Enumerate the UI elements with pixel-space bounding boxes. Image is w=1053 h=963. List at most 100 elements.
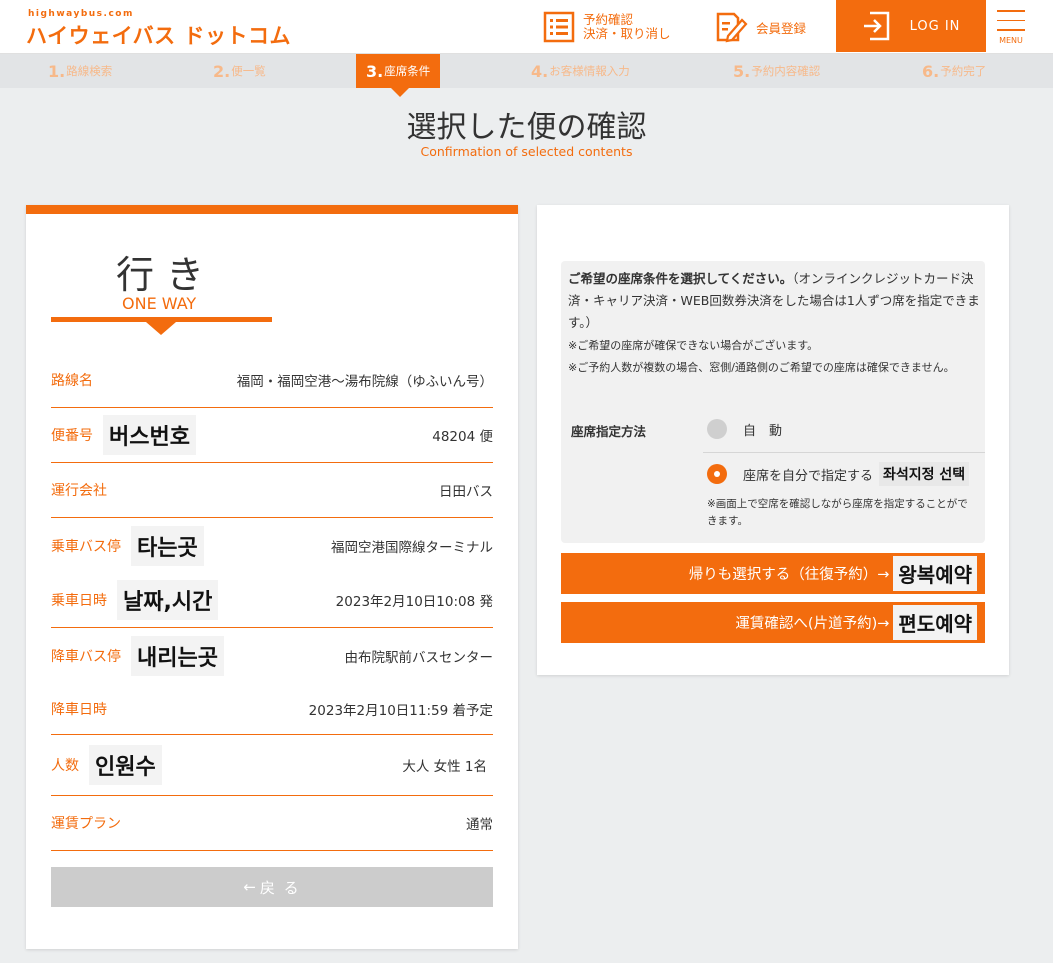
step-number: 3.: [366, 61, 384, 81]
seat-option-manual[interactable]: 座席を自分で指定する 좌석지정 선택: [707, 462, 970, 486]
passengers-label: 人数: [51, 758, 79, 774]
radio-button-on[interactable]: [707, 464, 727, 484]
reservation-check-link[interactable]: 予約確認 決済・取り消し: [543, 0, 671, 54]
alight-time-label: 降車日時: [51, 701, 107, 718]
roundtrip-annotation: 왕복예약: [893, 556, 977, 591]
back-button[interactable]: ← 戻 る: [51, 867, 493, 907]
step-label: 予約完了: [940, 64, 987, 78]
board-time-value: 2023年2月10日10:08 発: [335, 594, 493, 610]
step-label: 路線検索: [66, 64, 113, 78]
step-number: 2.: [213, 61, 231, 81]
heading-pointer: [146, 322, 176, 335]
radio-button-off[interactable]: [707, 419, 727, 439]
seat-option-manual-annotation: 좌석지정 선택: [879, 462, 970, 486]
step-label: 予約内容確認: [751, 64, 821, 78]
seat-option-manual-note: ※画面上で空席を確認しながら座席を指定することができます。: [707, 498, 968, 527]
hamburger-bar: [997, 29, 1025, 31]
alight-stop-value: 由布院駅前バスセンター: [344, 649, 494, 666]
menu-label: MENU: [999, 35, 1023, 45]
alight-time-row: 降車日時 2023年2月10日11:59 着予定: [51, 683, 493, 735]
hamburger-icon: [997, 10, 1025, 12]
step-bus-list: 2. 便一覧: [213, 54, 266, 88]
oneway-fare-annotation: 편도예약: [893, 605, 977, 640]
page-title: 選択した便の確認: [406, 110, 647, 145]
passengers-row: 人数 인원수 大人 女性 1名: [51, 735, 493, 796]
fare-plan-row: 運賃プラン 通常: [51, 796, 493, 851]
seat-method-label: 座席指定方法: [571, 424, 647, 439]
board-stop-annotation: 타는곳: [131, 525, 204, 566]
seat-condition-panel: ご希望の座席条件を選択してください。（オンラインクレジットカード決済・キャリア決…: [561, 261, 985, 543]
login-button[interactable]: LOG IN: [836, 0, 986, 52]
step-number: 4.: [531, 61, 549, 81]
fare-plan-value: 通常: [466, 817, 493, 833]
option-divider: [703, 452, 985, 453]
login-door-icon: [863, 11, 889, 41]
alight-time-value: 2023年2月10日11:59 着予定: [308, 702, 493, 719]
site-header: highwaybus.com ハイウェイバス ドットコム 予約確認 決済・取り消…: [0, 0, 1053, 54]
bus-number-annotation: 버스번호: [103, 415, 196, 455]
seat-option-auto-label: 自 動: [743, 423, 783, 439]
page-subtitle: Confirmation of selected contents: [420, 144, 633, 159]
passengers-annotation: 인원수: [89, 745, 162, 785]
step-confirm: 5. 予約内容確認: [733, 54, 820, 88]
trip-summary-card: 行き ONE WAY 路線名 福岡・福岡空港〜湯布院線（ゆふいん号） 便番号 버스…: [26, 205, 518, 949]
bus-number-row: 便番号 버스번호 48204 便: [51, 408, 493, 463]
board-time-annotation: 날짜,시간: [117, 580, 219, 620]
oneway-heading: 行き: [116, 253, 217, 297]
roundtrip-label: 帰りも選択する（往復予約）→: [688, 567, 890, 583]
step-number: 5.: [733, 61, 751, 81]
alight-stop-row: 降車バス停 내리는곳 由布院駅前バスセンター: [51, 628, 493, 683]
payment-cancel-label: 決済・取り消し: [583, 26, 671, 41]
roundtrip-button[interactable]: 帰りも選択する（往復予約）→ 왕복예약: [561, 553, 985, 594]
step-customer-info: 4. お客様情報入力: [531, 54, 630, 88]
step-label: 便一覧: [231, 64, 266, 78]
company-row: 運行会社 日田バス: [51, 463, 493, 518]
oneway-fare-label: 運賃確認へ(片道予約)→: [735, 616, 890, 632]
alight-stop-label: 降車バス停: [51, 648, 121, 665]
company-value: 日田バス: [439, 484, 493, 500]
bus-number-label: 便番号: [51, 428, 93, 444]
back-label: 戻 る: [259, 878, 301, 897]
seat-instruction-bold: ご希望の座席条件を選択してください。: [568, 271, 793, 286]
alight-stop-annotation: 내리는곳: [131, 635, 224, 676]
route-row: 路線名 福岡・福岡空港〜湯布院線（ゆふいん号）: [51, 352, 493, 408]
step-label: お客様情報入力: [549, 64, 630, 78]
step-complete: 6. 予約完了: [922, 54, 986, 88]
board-stop-label: 乗車バス停: [51, 538, 121, 555]
step-seat-condition: 3. 座席条件: [356, 54, 441, 88]
route-value: 福岡・福岡空港〜湯布院線（ゆふいん号）: [236, 373, 493, 390]
oneway-fare-button[interactable]: 運賃確認へ(片道予約)→ 편도예약: [561, 602, 985, 643]
route-label: 路線名: [51, 372, 93, 389]
seat-option-manual-label: 座席を自分で指定する: [743, 468, 874, 484]
step-route-search: 1. 路線検索: [48, 54, 112, 88]
member-register-label: 会員登録: [756, 20, 807, 36]
company-label: 運行会社: [51, 483, 107, 499]
board-stop-row: 乗車バス停 타는곳 福岡空港国際線ターミナル: [51, 518, 493, 573]
board-stop-value: 福岡空港国際線ターミナル: [331, 539, 493, 556]
login-label: LOG IN: [909, 18, 961, 34]
member-register-link[interactable]: 会員登録: [714, 0, 806, 54]
board-time-label: 乗車日時: [51, 593, 107, 609]
hamburger-bar: [997, 19, 1025, 21]
step-number: 6.: [922, 61, 940, 81]
document-list-icon: [543, 11, 575, 43]
menu-button[interactable]: MENU: [994, 10, 1028, 50]
edit-document-icon: [716, 12, 748, 43]
passengers-value: 大人 女性 1名: [402, 759, 487, 775]
seat-option-auto[interactable]: 自 動: [707, 419, 782, 439]
seat-note-1: ※ご希望の座席が確保できない場合がございます。: [568, 339, 819, 352]
arrow-left-icon: ←: [243, 878, 258, 896]
step-label: 座席条件: [384, 64, 431, 78]
fare-plan-label: 運賃プラン: [51, 816, 121, 832]
seat-instruction: ご希望の座席条件を選択してください。（オンラインクレジットカード決済・キャリア決…: [568, 268, 980, 334]
bus-number-value: 48204 便: [432, 429, 493, 445]
oneway-heading-en: ONE WAY: [122, 294, 197, 313]
step-number: 1.: [48, 61, 66, 81]
seat-condition-card: ご希望の座席条件を選択してください。（オンラインクレジットカード決済・キャリア決…: [537, 205, 1009, 675]
active-step-pointer: [391, 88, 409, 97]
seat-note-2: ※ご予約人数が複数の場合、窓側/通路側のご希望での座席は確保できません。: [568, 361, 955, 374]
logo-domain[interactable]: highwaybus.com: [28, 9, 134, 19]
site-logo[interactable]: ハイウェイバス ドットコム: [26, 20, 291, 50]
progress-steps: 1. 路線検索 2. 便一覧 3. 座席条件 4. お客様情報入力 5. 予約内…: [0, 54, 1053, 88]
board-time-row: 乗車日時 날짜,시간 2023年2月10日10:08 発: [51, 573, 493, 628]
